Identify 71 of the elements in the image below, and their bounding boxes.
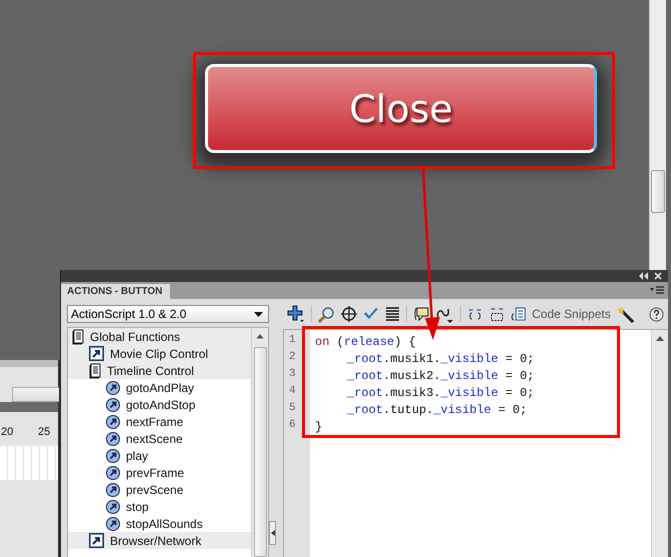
frame-number: 20	[1, 426, 14, 438]
tree-item[interactable]: nextFrame	[68, 413, 251, 430]
code-snippets-button[interactable]: Code Snippets	[532, 307, 611, 321]
help-icon[interactable]	[649, 306, 664, 322]
caret-icon	[254, 312, 263, 316]
book-icon[interactable]	[72, 328, 84, 344]
editor-scrollbar[interactable]	[651, 330, 668, 557]
crosshair-icon[interactable]	[341, 306, 357, 322]
arrow-circle-icon[interactable]	[106, 466, 120, 480]
panel-tab[interactable]: ACTIONS - BUTTON	[61, 284, 170, 299]
arrow-circle-icon[interactable]	[106, 398, 120, 412]
scroll-thumb[interactable]	[254, 346, 266, 557]
book-icon[interactable]	[89, 362, 101, 378]
add-icon[interactable]	[287, 305, 305, 323]
scroll-thumb[interactable]	[651, 170, 665, 213]
scroll-up-icon[interactable]	[656, 336, 664, 341]
search-icon[interactable]	[318, 306, 335, 322]
line-number: 3	[288, 367, 297, 382]
arrow-box-icon[interactable]	[89, 346, 104, 361]
arrow-circle-icon[interactable]	[106, 380, 120, 394]
tree-item[interactable]: stop	[68, 498, 251, 515]
arrow-box-icon[interactable]	[89, 533, 104, 548]
tree-item[interactable]: prevScene	[68, 481, 251, 498]
splitter-handle[interactable]	[269, 521, 276, 545]
stage-scrollbar[interactable]	[649, 0, 666, 270]
arrow-circle-icon[interactable]	[106, 432, 120, 446]
tree-scrollbar[interactable]	[251, 328, 268, 557]
tree-item[interactable]: Browser/Network	[68, 532, 251, 549]
lines-icon[interactable]	[385, 306, 400, 322]
panel-header-bar	[0, 360, 58, 367]
tree-item[interactable]: Timeline Control	[68, 362, 251, 379]
arrow-circle-icon[interactable]	[106, 482, 120, 496]
tree-item[interactable]: nextScene	[68, 430, 251, 447]
line-number: 5	[288, 401, 297, 416]
code-line: _root.musik3._visible = 0;	[347, 386, 534, 400]
tree-item[interactable]: gotoAndPlay	[68, 379, 251, 396]
menu-icon[interactable]	[650, 286, 664, 295]
frame-grid	[0, 446, 58, 480]
code-line: _root.musik2._visible = 0;	[347, 369, 534, 383]
tree-item[interactable]: prevFrame	[68, 464, 251, 481]
tree-item[interactable]: gotoAndStop	[68, 396, 251, 413]
line-number: 2	[288, 350, 297, 365]
tree-item[interactable]: Movie Clip Control	[68, 345, 251, 362]
tree-item[interactable]: Global Functions	[68, 328, 251, 345]
document-icon[interactable]	[511, 306, 526, 322]
dropdown-value: ActionScript 1.0 & 2.0	[71, 307, 186, 321]
code-line: on (release) {	[315, 335, 416, 349]
arrow-circle-icon[interactable]	[106, 500, 120, 514]
collapse-icon[interactable]	[638, 272, 648, 280]
line-number: 1	[288, 333, 297, 348]
dashed-box-icon[interactable]	[489, 306, 505, 322]
button-label: Close	[349, 86, 453, 130]
code-line: _root.musik1._visible = 0;	[347, 352, 534, 366]
frame-number: 25	[38, 426, 50, 438]
arrow-circle-icon[interactable]	[106, 448, 120, 462]
speech-bubble-icon[interactable]	[413, 306, 430, 322]
line-number: 6	[288, 418, 297, 433]
close-icon[interactable]	[654, 272, 662, 280]
magic-wand-icon[interactable]	[616, 306, 634, 322]
arrow-circle-icon[interactable]	[106, 516, 120, 530]
braces-icon[interactable]	[467, 306, 483, 322]
timeline-header-bar	[0, 402, 58, 412]
line-number: 4	[288, 384, 297, 399]
code-line: }	[315, 420, 322, 434]
tree-item[interactable]: play	[68, 447, 251, 464]
arrow-circle-icon[interactable]	[106, 414, 120, 428]
code-editor[interactable]: 1 2 3 4 5 6 on (release) { _root.musik1._visible = 0; _root.musik2._visible = 0; _root.musik3._visible = 0; _root.tutup._visible = 0; }	[283, 329, 668, 557]
tree-item[interactable]: stopAllSounds	[68, 515, 251, 532]
language-dropdown[interactable]: ActionScript 1.0 & 2.0	[67, 305, 269, 323]
scroll-up-icon[interactable]	[256, 334, 264, 339]
code-line: _root.tutup._visible = 0;	[347, 403, 528, 417]
